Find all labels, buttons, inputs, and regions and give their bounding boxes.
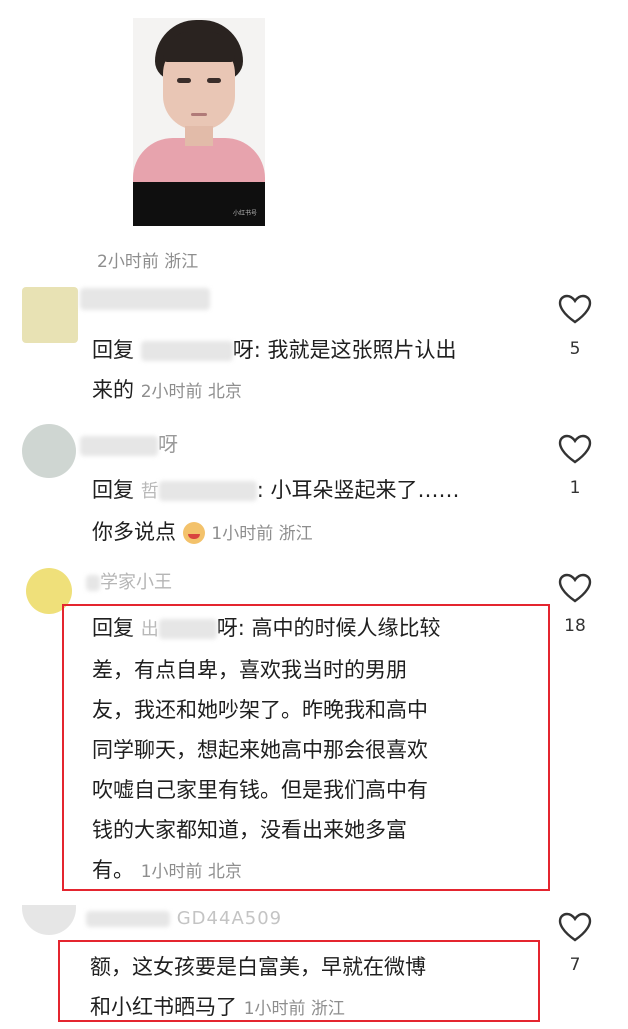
like-count: 1 xyxy=(569,478,581,498)
comment-meta: 2小时前 北京 xyxy=(140,382,242,402)
like-count: 5 xyxy=(569,339,581,359)
like-button[interactable] xyxy=(557,912,593,942)
reply-prefix: 回复 xyxy=(92,478,134,502)
comment-meta: 1小时前 浙江 xyxy=(243,999,345,1019)
heart-icon xyxy=(558,294,592,324)
like-button[interactable] xyxy=(557,294,593,324)
redacted-nickname xyxy=(80,288,210,310)
redacted-mention xyxy=(140,341,233,361)
comment-meta: 1小时前 浙江 xyxy=(211,524,313,544)
reply-prefix: 回复 xyxy=(92,338,134,362)
avatar[interactable] xyxy=(22,287,78,343)
emoji-icon xyxy=(182,522,205,544)
attached-photo[interactable]: 小红书号 xyxy=(133,18,265,226)
comment-text[interactable]: 额，这女孩要是白富美，早就在微博 和小红书晒马了 1小时前 浙江 xyxy=(90,947,540,1029)
heart-icon xyxy=(558,573,592,603)
comment-meta: 1小时前 北京 xyxy=(140,862,242,882)
redacted-mention xyxy=(158,619,217,639)
redacted-mention xyxy=(158,481,257,501)
comment-author[interactable]: 学家小王 xyxy=(86,568,172,594)
like-button[interactable] xyxy=(557,573,593,603)
avatar[interactable] xyxy=(22,424,76,478)
avatar[interactable] xyxy=(22,905,76,935)
post-meta: 2小时前 浙江 xyxy=(97,252,199,272)
photo-watermark: 小红书号 xyxy=(232,210,257,217)
heart-icon xyxy=(558,912,592,942)
comment-author[interactable]: 呀 xyxy=(80,428,178,457)
like-button[interactable] xyxy=(557,434,593,464)
like-count: 7 xyxy=(569,955,581,975)
reply-prefix: 回复 xyxy=(92,616,134,640)
heart-icon xyxy=(558,434,592,464)
comment-text[interactable]: 回复 出呀: 高中的时候人缘比较 差，有点自卑，喜欢我当时的男朋 友，我还和她吵… xyxy=(92,608,542,892)
like-count: 18 xyxy=(564,616,586,636)
comment-text[interactable]: 回复 呀: 我就是这张照片认出 来的 2小时前 北京 xyxy=(92,330,552,412)
comment-text[interactable]: 回复 哲: 小耳朵竖起来了…… 你多说点 1小时前 浙江 xyxy=(92,470,552,554)
comment-author[interactable]: GD44A509 xyxy=(86,908,282,929)
mention-tail: 呀 xyxy=(232,338,254,362)
